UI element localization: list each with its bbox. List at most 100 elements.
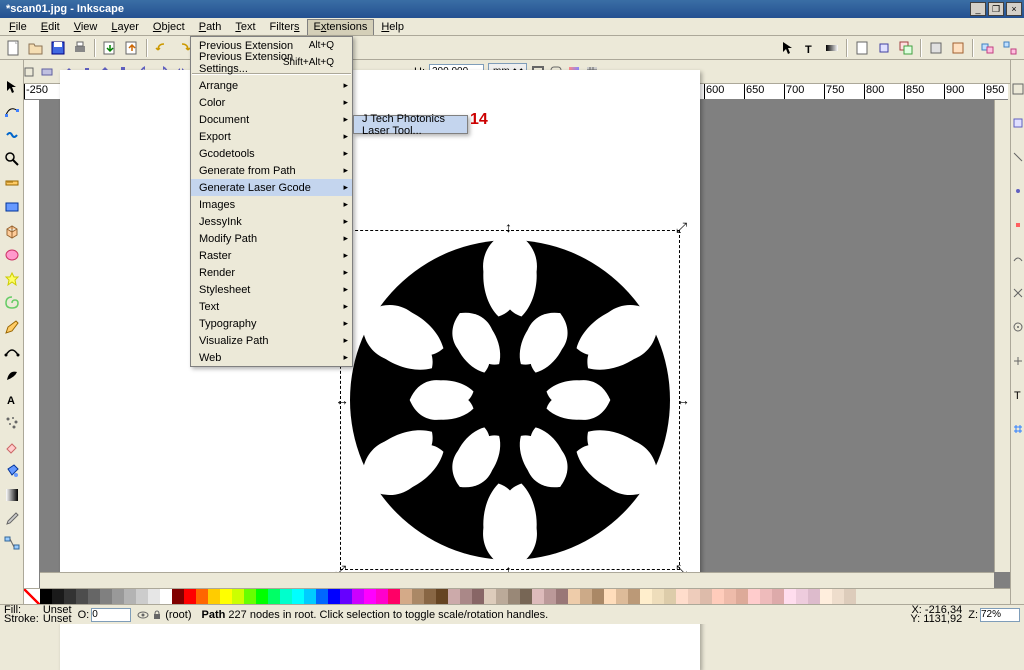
unlink-clone-icon[interactable] [948, 38, 968, 58]
swatch[interactable] [448, 589, 460, 604]
status-layer[interactable]: (root) [137, 609, 191, 621]
snap-center-icon[interactable] [1012, 314, 1024, 340]
swatch[interactable] [196, 589, 208, 604]
layer-visible-icon[interactable] [137, 609, 149, 621]
snap-rotation-icon[interactable] [1012, 348, 1024, 374]
menuitem-color[interactable]: Color▸ [191, 94, 352, 111]
snap-grid-icon[interactable] [1012, 416, 1024, 442]
menu-help[interactable]: Help [374, 19, 411, 35]
swatch[interactable] [592, 589, 604, 604]
menuitem-previous-extension-settings[interactable]: Previous Extension Settings... Shift+Alt… [191, 54, 352, 71]
menuitem-render[interactable]: Render▸ [191, 264, 352, 281]
swatch[interactable] [544, 589, 556, 604]
swatch[interactable] [280, 589, 292, 604]
snap-corner-icon[interactable] [1012, 178, 1024, 204]
swatch[interactable] [256, 589, 268, 604]
swatch[interactable] [328, 589, 340, 604]
scrollbar-vertical[interactable] [994, 100, 1010, 572]
swatch[interactable] [388, 589, 400, 604]
swatch[interactable] [808, 589, 820, 604]
swatch[interactable] [760, 589, 772, 604]
swatch[interactable] [652, 589, 664, 604]
minimize-button[interactable]: _ [970, 2, 986, 16]
resize-handle-n[interactable]: ↕ [505, 222, 515, 232]
selector-tool-icon[interactable] [1, 76, 23, 98]
gradient-tool-icon[interactable] [1, 484, 23, 506]
undo-icon[interactable] [152, 38, 172, 58]
swatch[interactable] [244, 589, 256, 604]
tweak-tool-icon[interactable] [1, 124, 23, 146]
swatch[interactable] [784, 589, 796, 604]
swatch[interactable] [232, 589, 244, 604]
swatch[interactable] [268, 589, 280, 604]
menuitem-jessyink[interactable]: JessyInk▸ [191, 213, 352, 230]
swatch[interactable] [700, 589, 712, 604]
menuitem-export[interactable]: Export▸ [191, 128, 352, 145]
swatch[interactable] [40, 589, 52, 604]
text-tool-icon[interactable]: T [800, 38, 820, 58]
node-tool-icon[interactable] [1, 100, 23, 122]
swatch[interactable] [772, 589, 784, 604]
swatch[interactable] [412, 589, 424, 604]
menu-text[interactable]: Text [228, 19, 262, 35]
menuitem-typography[interactable]: Typography▸ [191, 315, 352, 332]
ungroup-icon[interactable] [1000, 38, 1020, 58]
layer-name[interactable]: (root) [165, 609, 191, 621]
zoom-tool-icon[interactable] [1, 148, 23, 170]
snap-intersect-icon[interactable] [1012, 280, 1024, 306]
new-document-icon[interactable] [4, 38, 24, 58]
swatch[interactable] [844, 589, 856, 604]
zoom-drawing-icon[interactable] [874, 38, 894, 58]
swatch[interactable] [88, 589, 100, 604]
swatch[interactable] [664, 589, 676, 604]
gradient-icon[interactable] [822, 38, 842, 58]
clone-icon[interactable] [926, 38, 946, 58]
swatch[interactable] [676, 589, 688, 604]
connector-tool-icon[interactable] [1, 532, 23, 554]
menuitem-modify-path[interactable]: Modify Path▸ [191, 230, 352, 247]
print-icon[interactable] [70, 38, 90, 58]
swatch[interactable] [820, 589, 832, 604]
menuitem-arrange[interactable]: Arrange▸ [191, 77, 352, 94]
measure-tool-icon[interactable] [1, 172, 23, 194]
swatch[interactable] [688, 589, 700, 604]
swatch[interactable] [580, 589, 592, 604]
swatch[interactable] [484, 589, 496, 604]
swatch[interactable] [532, 589, 544, 604]
menuitem-images[interactable]: Images▸ [191, 196, 352, 213]
scrollbar-horizontal[interactable] [40, 572, 994, 588]
dropper-tool-icon[interactable] [1, 508, 23, 530]
snap-path-icon[interactable] [1012, 246, 1024, 272]
swatch[interactable] [100, 589, 112, 604]
menuitem-visualize-path[interactable]: Visualize Path▸ [191, 332, 352, 349]
opacity-input[interactable] [91, 608, 131, 622]
menu-edit[interactable]: Edit [34, 19, 67, 35]
swatch[interactable] [220, 589, 232, 604]
resize-handle-e[interactable]: ↔ [676, 395, 686, 405]
swatch[interactable] [628, 589, 640, 604]
menuitem-text[interactable]: Text▸ [191, 298, 352, 315]
swatch[interactable] [424, 589, 436, 604]
bezier-tool-icon[interactable] [1, 340, 23, 362]
menu-extensions[interactable]: Extensions [307, 19, 375, 35]
swatch[interactable] [124, 589, 136, 604]
open-icon[interactable] [26, 38, 46, 58]
swatch[interactable] [160, 589, 172, 604]
swatch[interactable] [496, 589, 508, 604]
swatch[interactable] [76, 589, 88, 604]
swatch[interactable] [568, 589, 580, 604]
swatch[interactable] [316, 589, 328, 604]
swatch[interactable] [184, 589, 196, 604]
swatch[interactable] [52, 589, 64, 604]
swatch[interactable] [112, 589, 124, 604]
swatch[interactable] [712, 589, 724, 604]
swatch[interactable] [508, 589, 520, 604]
menuitem-gcodetools[interactable]: Gcodetools▸ [191, 145, 352, 162]
text-tool-icon[interactable]: A [1, 388, 23, 410]
close-button[interactable]: × [1006, 2, 1022, 16]
zoom-input[interactable] [980, 608, 1020, 622]
menu-view[interactable]: View [67, 19, 105, 35]
swatch-none[interactable] [24, 589, 40, 604]
swatch[interactable] [400, 589, 412, 604]
menuitem-web[interactable]: Web▸ [191, 349, 352, 366]
